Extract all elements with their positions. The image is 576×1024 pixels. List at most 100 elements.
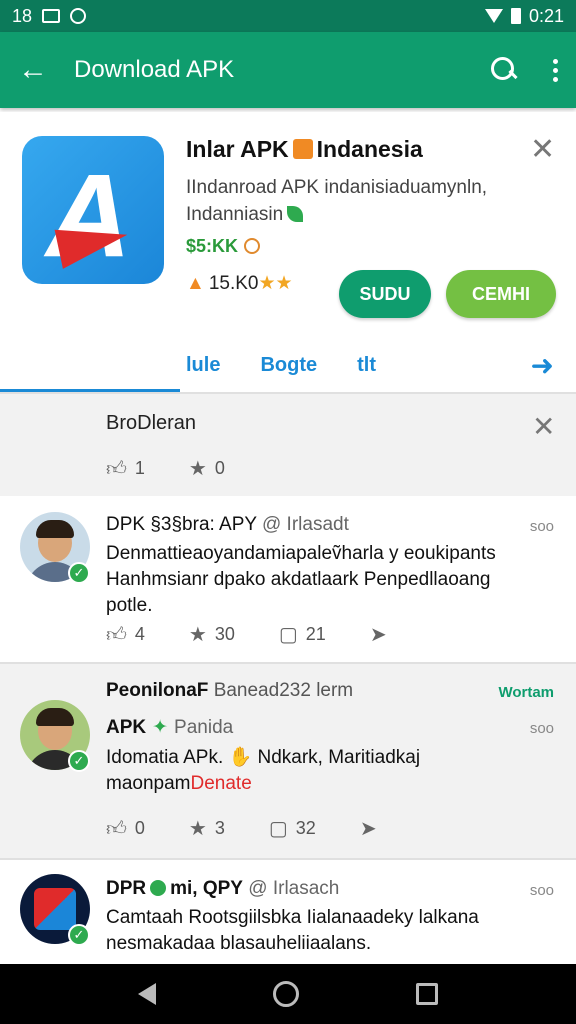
donate-link[interactable]: Denate (191, 773, 252, 794)
image-notification-icon (42, 9, 61, 23)
post-time: soo (529, 882, 554, 899)
search-icon[interactable] (491, 57, 517, 83)
status-bar: 18 0:21 (0, 0, 576, 32)
tab-info[interactable]: lule (186, 354, 220, 377)
leaf-icon (150, 880, 167, 896)
share-icon: ➤ (369, 624, 387, 646)
verified-icon: ✓ (68, 750, 90, 772)
comment-count: 32 (295, 818, 316, 838)
post-text: nesmakadaa blasauheliiaalans. (106, 933, 372, 954)
coin-icon (244, 238, 261, 254)
post-text: Idomatia APk. (106, 747, 224, 768)
post-stats: 👍︎ 0 ★ 3 ▢ 32 ➤ (106, 816, 429, 841)
post-author[interactable]: DPK §3§bra: APY (106, 514, 257, 535)
section-name[interactable]: PeonilonaF (106, 680, 208, 701)
post-body: Camtaah Rootsgiilsbka Iialanaadeky lalka… (106, 905, 556, 957)
app-rating: ▲ 15.K0★★ (186, 272, 293, 295)
app-name-left: Inlar APK (186, 136, 289, 162)
notice-title: BroDleran (106, 412, 197, 434)
post-text: Camtaah Rootsgiilsbka Iialanaadeky lalka… (106, 907, 479, 928)
section-meta: lerm (316, 680, 354, 701)
nav-recents-icon[interactable] (415, 983, 438, 1005)
post-stats: 👍︎ 4 ★ 30 ▢ 21 ➤ (106, 622, 439, 647)
box-icon (292, 139, 313, 159)
page-title: Download APK (74, 56, 235, 83)
share-stat[interactable]: ➤ (360, 816, 385, 841)
verified-icon: ✓ (68, 562, 90, 584)
post-text: Hanhmsianr dpako akdatlaark Penpedllaoan… (106, 569, 491, 590)
tab-more[interactable]: tlt (357, 354, 376, 377)
star-icon: ★ (188, 458, 207, 480)
comment-icon: ▢ (268, 818, 288, 840)
status-clock: 0:21 (528, 5, 564, 26)
star-icon: ★★ (258, 273, 293, 294)
star-count: 0 (214, 458, 225, 478)
post-handle[interactable]: Panida (174, 717, 233, 738)
wifi-icon (484, 9, 503, 23)
description-line: IIndanroad APK indanisiaduamynln, (186, 177, 488, 198)
thumbs-up-icon: 👍︎ (106, 457, 127, 480)
post-author[interactable]: DPR (106, 878, 146, 899)
app-logo: A (22, 136, 164, 284)
post-time: soo (529, 518, 554, 535)
like-stat[interactable]: 👍︎ 0 (106, 817, 145, 841)
app-price: $5:KK (186, 236, 261, 257)
nav-back-icon[interactable] (138, 983, 157, 1005)
section-meta: Banead232 (213, 680, 311, 701)
post-text: Denmattieaoyandamiapaleṽharla y eoukipan… (106, 543, 496, 564)
like-count: 0 (134, 818, 145, 838)
like-stat[interactable]: 👍︎ 4 (106, 623, 145, 647)
post-text: maonpam (106, 773, 191, 794)
share-icon: ➤ (359, 818, 377, 840)
comment-stat[interactable]: ▢ 32 (269, 816, 316, 841)
tab-blog[interactable]: Bogte (260, 354, 317, 377)
leaf-icon (287, 206, 304, 222)
emoji-icon: ✋ (228, 747, 253, 768)
star-stat[interactable]: ★ 30 (189, 622, 235, 647)
star-count: 30 (214, 624, 235, 644)
like-stat[interactable]: 👍︎ 1 (106, 457, 145, 481)
comment-stat[interactable]: ▢ 21 (279, 622, 326, 647)
more-options-icon[interactable] (553, 58, 558, 82)
share-stat[interactable]: ➤ (370, 622, 395, 647)
post-body: Denmattieaoyandamiapaleṽharla y eoukipan… (106, 541, 556, 619)
price-value: $5:KK (186, 236, 239, 256)
app-bar: ← Download APK (0, 32, 576, 108)
like-count: 4 (134, 624, 145, 644)
notice-stats: 👍︎ 1 ★ 0 (106, 456, 269, 481)
description-line: Indanniasin (186, 204, 284, 225)
star-icon: ★ (188, 818, 207, 840)
star-stat[interactable]: ★ 3 (189, 816, 225, 841)
notification-icon (70, 8, 87, 24)
rating-value: 15.K0 (208, 273, 259, 294)
verified-icon: ✓ (68, 924, 90, 946)
star-stat[interactable]: ★ 0 (189, 456, 225, 481)
close-icon[interactable]: ✕ (532, 410, 555, 443)
nav-home-icon[interactable] (272, 981, 299, 1007)
post-handle[interactable]: @ Irlasadt (262, 514, 349, 535)
comment-icon: ▢ (278, 624, 298, 646)
comment-count: 21 (305, 624, 326, 644)
close-icon[interactable]: ✕ (530, 132, 555, 167)
back-arrow-icon[interactable]: ← (18, 53, 58, 87)
app-name-right: Indanesia (316, 136, 423, 162)
section-tag[interactable]: Wortam (498, 684, 554, 701)
battery-icon (510, 8, 521, 24)
thumbs-up-icon: 👍︎ (106, 817, 127, 840)
post-time: soo (529, 720, 554, 737)
post-author[interactable]: mi, QPY (170, 878, 243, 899)
notice-card (0, 394, 576, 496)
like-count: 1 (134, 458, 145, 478)
subscribe-button[interactable]: SUDU (339, 270, 431, 318)
app-description: IIndanroad APK indanisiaduamynln, Indann… (186, 174, 536, 228)
app-name: Inlar APK Indanesia (186, 136, 423, 163)
thumbs-up-icon: 👍︎ (106, 623, 127, 646)
post-text: potle. (106, 595, 153, 616)
system-nav-bar (0, 964, 576, 1024)
arrow-right-icon[interactable]: ➜ (531, 349, 554, 382)
post-author[interactable]: APK (106, 717, 146, 738)
download-button[interactable]: CEMHI (446, 270, 556, 318)
post-text: Ndkark, Maritiadkaj (257, 747, 421, 768)
post-section-header: PeonilonaF Banead232 lerm (106, 680, 353, 702)
post-handle[interactable]: @ Irlasach (248, 878, 339, 899)
